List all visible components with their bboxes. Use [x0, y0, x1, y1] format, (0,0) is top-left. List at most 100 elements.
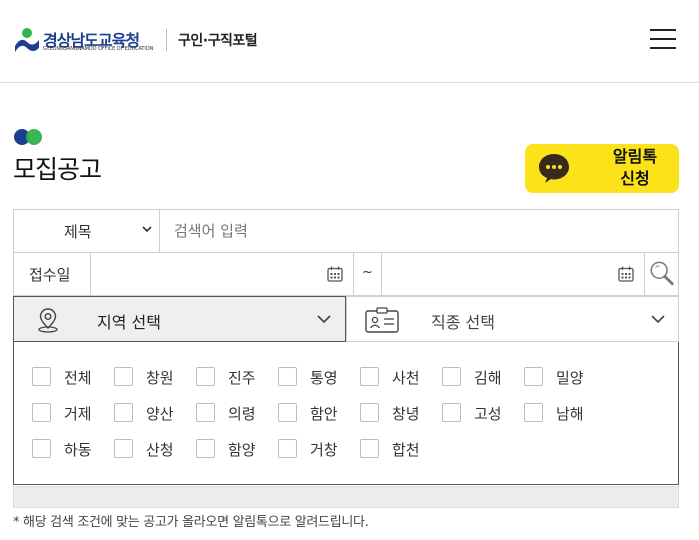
org-emblem-icon: [15, 28, 39, 52]
region-name: 창원: [146, 369, 174, 387]
region-name: 김해: [474, 369, 502, 387]
alimtalk-subscribe-button[interactable]: 알림톡 신청: [525, 144, 679, 193]
region-name: 밀양: [556, 369, 584, 387]
region-checkbox[interactable]: 의령: [196, 403, 274, 423]
date-range-separator: ~: [354, 252, 381, 296]
header-divider: [166, 29, 167, 51]
checkbox-box[interactable]: [360, 367, 379, 386]
checkbox-box[interactable]: [278, 403, 297, 422]
region-checkbox[interactable]: 합천: [360, 439, 438, 459]
region-checkbox[interactable]: 하동: [32, 439, 110, 459]
checkbox-box[interactable]: [278, 439, 297, 458]
alimtalk-label: 알림톡 신청: [595, 146, 675, 190]
region-checkbox[interactable]: 함안: [278, 403, 356, 423]
date-range-row: 접수일 ~: [13, 252, 679, 296]
checkbox-box[interactable]: [196, 439, 215, 458]
region-name: 함양: [228, 441, 256, 459]
checkbox-box[interactable]: [278, 367, 297, 386]
region-name: 진주: [228, 369, 256, 387]
region-checkbox[interactable]: 진주: [196, 367, 274, 387]
checkbox-box[interactable]: [442, 403, 461, 422]
checkbox-box[interactable]: [442, 367, 461, 386]
chevron-down-icon: [317, 315, 331, 324]
region-checkbox[interactable]: 김해: [442, 367, 520, 387]
checkbox-box[interactable]: [524, 403, 543, 422]
region-checkbox[interactable]: 거제: [32, 403, 110, 423]
checkbox-box[interactable]: [524, 367, 543, 386]
search-field-select[interactable]: 제목: [14, 210, 160, 252]
calendar-icon: [618, 266, 634, 282]
site-header: 경상남도교육청 GYEONGSANGNAMDO OFFICE OF EDUCAT…: [0, 0, 699, 83]
checkbox-box[interactable]: [32, 403, 51, 422]
search-icon: [650, 261, 674, 286]
hamburger-line: [650, 47, 676, 49]
region-checkbox[interactable]: 사천: [360, 367, 438, 387]
hamburger-menu-button[interactable]: [650, 27, 678, 51]
checkbox-box[interactable]: [360, 403, 379, 422]
page-title: 모집공고: [13, 155, 102, 184]
region-name: 고성: [474, 405, 502, 423]
date-from-field[interactable]: [90, 252, 354, 296]
region-name: 양산: [146, 405, 174, 423]
region-checkbox[interactable]: 남해: [524, 403, 602, 423]
region-checkbox[interactable]: 밀양: [524, 367, 602, 387]
region-checkbox[interactable]: 함양: [196, 439, 274, 459]
date-separator-text: ~: [362, 265, 373, 280]
alimtalk-notice: * 해당 검색 조건에 맞는 공고가 올라오면 알림톡으로 알려드립니다.: [13, 515, 369, 530]
region-select-label: 지역 선택: [97, 313, 161, 332]
filter-select-row: 지역 선택 직종 선택: [13, 296, 679, 342]
checkbox-box[interactable]: [196, 367, 215, 386]
region-checkbox[interactable]: 창녕: [360, 403, 438, 423]
alimtalk-label-line2: 신청: [620, 169, 650, 188]
region-name: 통영: [310, 369, 338, 387]
id-card-icon: [365, 307, 399, 333]
checkbox-box[interactable]: [360, 439, 379, 458]
title-decoration-icon: [14, 129, 42, 145]
region-name: 창녕: [392, 405, 420, 423]
org-name-english: GYEONGSANGNAMDO OFFICE OF EDUCATION: [43, 46, 154, 52]
org-logo[interactable]: 경상남도교육청 GYEONGSANGNAMDO OFFICE OF EDUCAT…: [13, 26, 165, 56]
form-footer-bar: [13, 486, 679, 508]
region-name: 거제: [64, 405, 92, 423]
search-input[interactable]: [162, 211, 672, 251]
region-checkbox[interactable]: 양산: [114, 403, 192, 423]
region-name: 의령: [228, 405, 256, 423]
region-checkbox[interactable]: 산청: [114, 439, 192, 459]
checkbox-box[interactable]: [32, 367, 51, 386]
job-type-select-label: 직종 선택: [431, 313, 495, 332]
hamburger-line: [650, 38, 676, 40]
checkbox-box[interactable]: [196, 403, 215, 422]
checkbox-box[interactable]: [114, 403, 133, 422]
kakao-talk-bubble-icon: [539, 154, 569, 183]
region-checkbox-panel: 전체 창원 진주 통영 사천 김해 밀양거제 양산 의령 함안 창녕 고성 남해하동 산청 함양 거창 합천: [13, 342, 679, 485]
region-checkbox[interactable]: 통영: [278, 367, 356, 387]
region-checkbox[interactable]: 창원: [114, 367, 192, 387]
checkbox-box[interactable]: [114, 367, 133, 386]
location-pin-icon: [38, 308, 58, 333]
region-name: 합천: [392, 441, 420, 459]
region-checkbox[interactable]: 전체: [32, 367, 110, 387]
checkbox-box[interactable]: [114, 439, 133, 458]
portal-name[interactable]: 구인·구직포털: [178, 30, 258, 50]
job-type-select[interactable]: 직종 선택: [346, 296, 679, 342]
region-name: 남해: [556, 405, 584, 423]
chevron-down-icon: [651, 315, 665, 324]
region-name: 산청: [146, 441, 174, 459]
date-label: 접수일: [13, 252, 90, 296]
date-to-field[interactable]: [381, 252, 645, 296]
alimtalk-label-line1: 알림톡: [612, 147, 658, 166]
region-checkbox[interactable]: 고성: [442, 403, 520, 423]
region-name: 전체: [64, 369, 92, 387]
region-name: 거창: [310, 441, 338, 459]
region-name: 사천: [392, 369, 420, 387]
keyword-search-row: 제목: [13, 209, 679, 253]
hamburger-menu-icon: [650, 29, 676, 31]
region-checkbox[interactable]: 거창: [278, 439, 356, 459]
region-name: 하동: [64, 441, 92, 459]
search-field-value: 제목: [64, 223, 92, 241]
search-button[interactable]: [644, 252, 679, 296]
chevron-down-icon: [142, 223, 152, 237]
region-select[interactable]: 지역 선택: [13, 296, 346, 342]
checkbox-box[interactable]: [32, 439, 51, 458]
date-label-text: 접수일: [29, 266, 71, 284]
